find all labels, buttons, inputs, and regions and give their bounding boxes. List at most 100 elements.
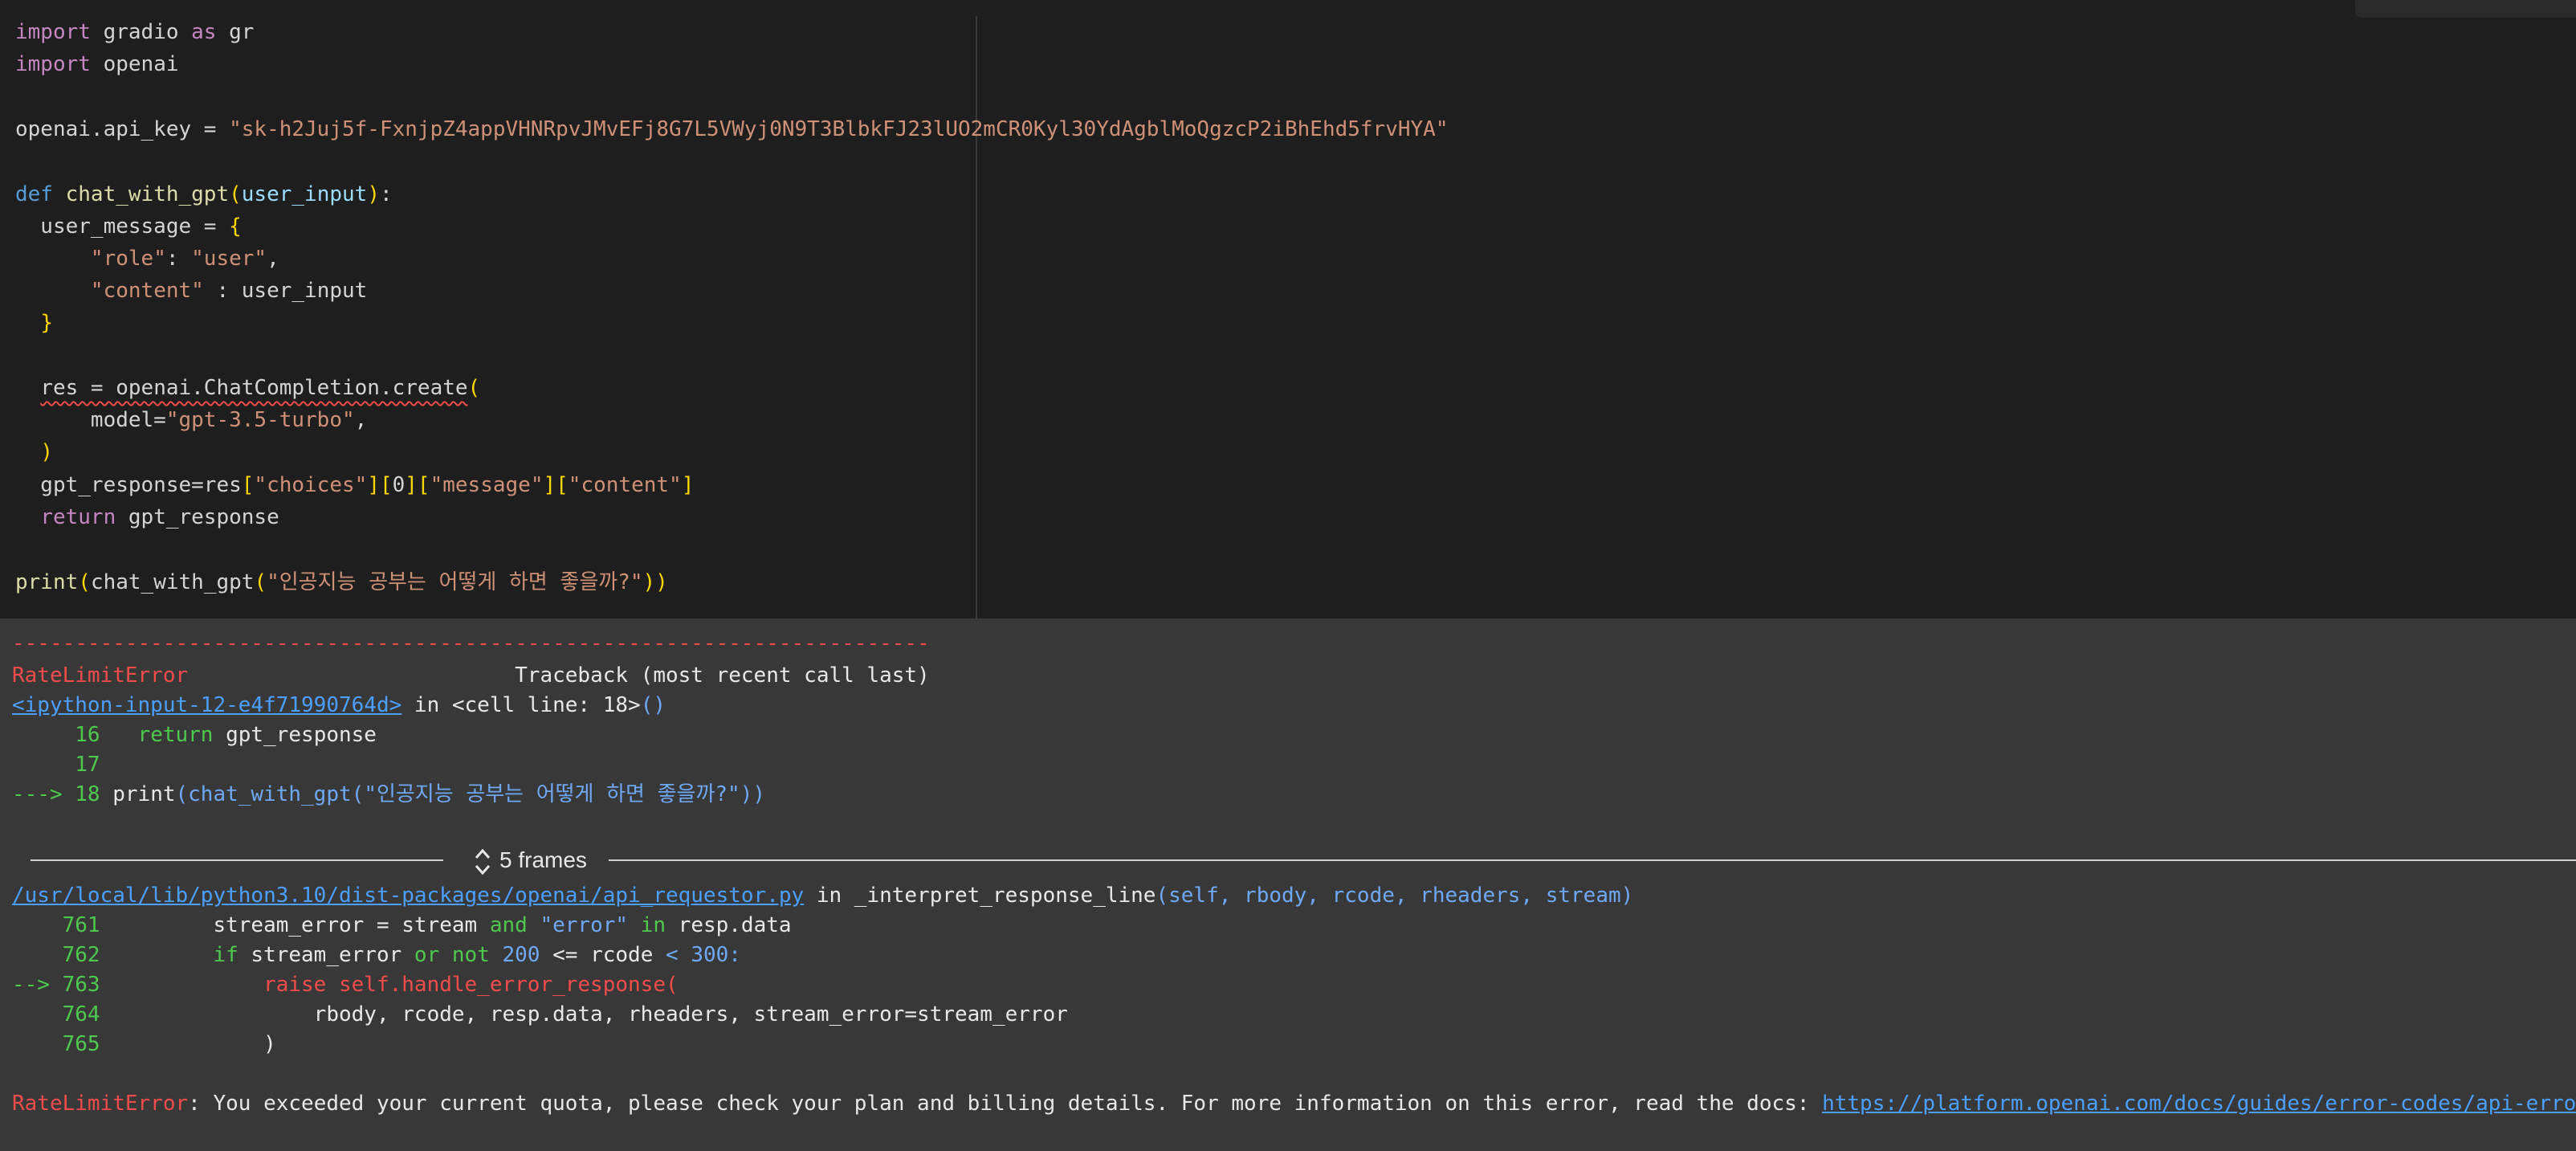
code-text: openai.api_key = (15, 117, 230, 141)
code-editor[interactable]: import gradio as gr import openai openai… (0, 0, 2576, 618)
code-line-4: openai.api_key = "sk-h2Juj5f-FxnjpZ4appV… (15, 113, 1448, 145)
collapsed-frames-row: 5 frames (0, 843, 2576, 878)
keyword-token: import (15, 52, 91, 76)
bracket: ( (229, 182, 242, 206)
frame-line-762: 762 if stream_error or not 200 <= rcode … (12, 941, 741, 970)
code-line-1: import gradio as gr (15, 16, 254, 48)
cell-toolbar[interactable] (2355, 0, 2576, 18)
bracket: ( (78, 570, 91, 594)
code-text: openai (90, 52, 179, 76)
bracket: ) (40, 440, 53, 464)
code-line-12: res = openai.ChatCompletion.create( (15, 372, 480, 404)
frame-line-765: 765 ) (12, 1030, 276, 1059)
number-token: 0 (392, 473, 406, 497)
code-text: gradio (90, 20, 192, 44)
code-text: )) (740, 782, 765, 806)
traceback-title: Traceback (most recent call last) (188, 663, 930, 688)
unfold-chevrons-icon (475, 848, 491, 875)
string-token: "인공지능 공부는 어떻게 하면 좋을까?" (267, 570, 643, 594)
code-text: <= rcode (540, 943, 666, 967)
frames-toggle-button[interactable]: 5 frames (464, 843, 597, 878)
frame-line-761: 761 stream_error = stream and "error" in… (12, 911, 792, 941)
code-line-10: } (15, 307, 53, 339)
traceback-line-17: 17 (12, 750, 100, 780)
code-text: stream_error (238, 943, 414, 967)
number-token: 200 (489, 943, 540, 967)
string-token: "user" (191, 247, 267, 271)
function-name: print (15, 570, 79, 594)
bracket: ][ (543, 473, 569, 497)
code-line-18: print(chat_with_gpt("인공지능 공부는 어떻게 하면 좋을까… (15, 566, 668, 598)
code-text: , (267, 247, 279, 271)
line-number: 17 (12, 753, 100, 777)
keyword-token: import (15, 20, 91, 44)
traceback-line-16: 16 return gpt_response (12, 720, 377, 750)
divider-line (31, 859, 443, 861)
error-arrow: ---> 18 (12, 782, 100, 806)
bracket: )) (642, 570, 668, 594)
code-text: (chat_with_gpt( (175, 782, 365, 806)
cell-link[interactable]: <ipython-input-12-e4f71990764d> (12, 693, 401, 717)
frame-line-763: --> 763 raise self.handle_error_response… (12, 970, 679, 1000)
code-text: () (640, 693, 666, 717)
code-text: : (165, 247, 192, 271)
keyword-token: in (628, 913, 666, 937)
divider-line (609, 859, 2576, 861)
code-text: gr (216, 20, 255, 44)
bracket: ) (367, 182, 380, 206)
code-text: model= (15, 408, 166, 432)
error-name: RateLimitError (12, 1092, 189, 1116)
line-number: 762 (12, 943, 100, 967)
bracket: } (40, 311, 53, 335)
code-text: gpt_response=res (15, 473, 242, 497)
error-name: RateLimitError (12, 663, 189, 688)
parameter: user_input (241, 182, 368, 206)
code-line-13: model="gpt-3.5-turbo", (15, 404, 367, 436)
code-line-15: gpt_response=res["choices"][0]["message"… (15, 469, 694, 501)
error-code: raise self.handle_error_response( (100, 973, 679, 997)
code-line-6: def chat_with_gpt(user_input): (15, 178, 393, 210)
code-line-14: ) (15, 436, 53, 468)
lint-warning-span[interactable]: res = openai.ChatCompletion.create (40, 376, 467, 400)
code-text: print (100, 782, 176, 806)
string-token: "role" (90, 247, 166, 271)
code-text: < 300: (666, 943, 741, 967)
code-line-7: user_message = { (15, 210, 242, 243)
api-key-string: "sk-h2Juj5f-FxnjpZ4appVHNRpvJMvEFj8G7L5V… (229, 117, 1449, 141)
keyword-token: if (100, 943, 238, 967)
code-text: chat_with_gpt (90, 570, 255, 594)
error-arrow: --> 763 (12, 973, 100, 997)
bracket: { (229, 214, 242, 239)
code-line-16: return gpt_response (15, 501, 279, 533)
line-number: 765 (12, 1032, 100, 1056)
keyword-token: return (40, 505, 116, 529)
file-link[interactable]: /usr/local/lib/python3.10/dist-packages/… (12, 884, 804, 908)
code-text: (self, rbody, rcode, rheaders, stream) (1156, 884, 1634, 908)
frame-file-line: /usr/local/lib/python3.10/dist-packages/… (12, 881, 1633, 911)
error-message: : You exceeded your current quota, pleas… (188, 1092, 1823, 1116)
code-text: ) (100, 1032, 276, 1056)
code-text: in _interpret_response_line (804, 884, 1156, 908)
bracket: ] (681, 473, 695, 497)
string-token: "choices" (254, 473, 368, 497)
bracket: ][ (405, 473, 430, 497)
code-text: gpt_response (213, 723, 377, 747)
keyword-token: as (191, 20, 217, 44)
line-number: 761 (12, 913, 100, 937)
code-line-8: "role": "user", (15, 243, 279, 275)
keyword-token: return (100, 723, 214, 747)
bracket: [ (241, 473, 255, 497)
code-text: : user_input (203, 279, 368, 303)
bracket: ][ (367, 473, 393, 497)
bracket: ( (254, 570, 267, 594)
line-number: 764 (12, 1002, 100, 1027)
code-text: rbody, rcode, resp.data, rheaders, strea… (100, 1002, 1068, 1027)
docs-link[interactable]: https://platform.openai.com/docs/guides/… (1822, 1092, 2576, 1116)
traceback-divider: ----------------------------------------… (12, 631, 930, 655)
code-text: resp.data (666, 913, 792, 937)
cell-reference-line: <ipython-input-12-e4f71990764d> in <cell… (12, 691, 666, 720)
